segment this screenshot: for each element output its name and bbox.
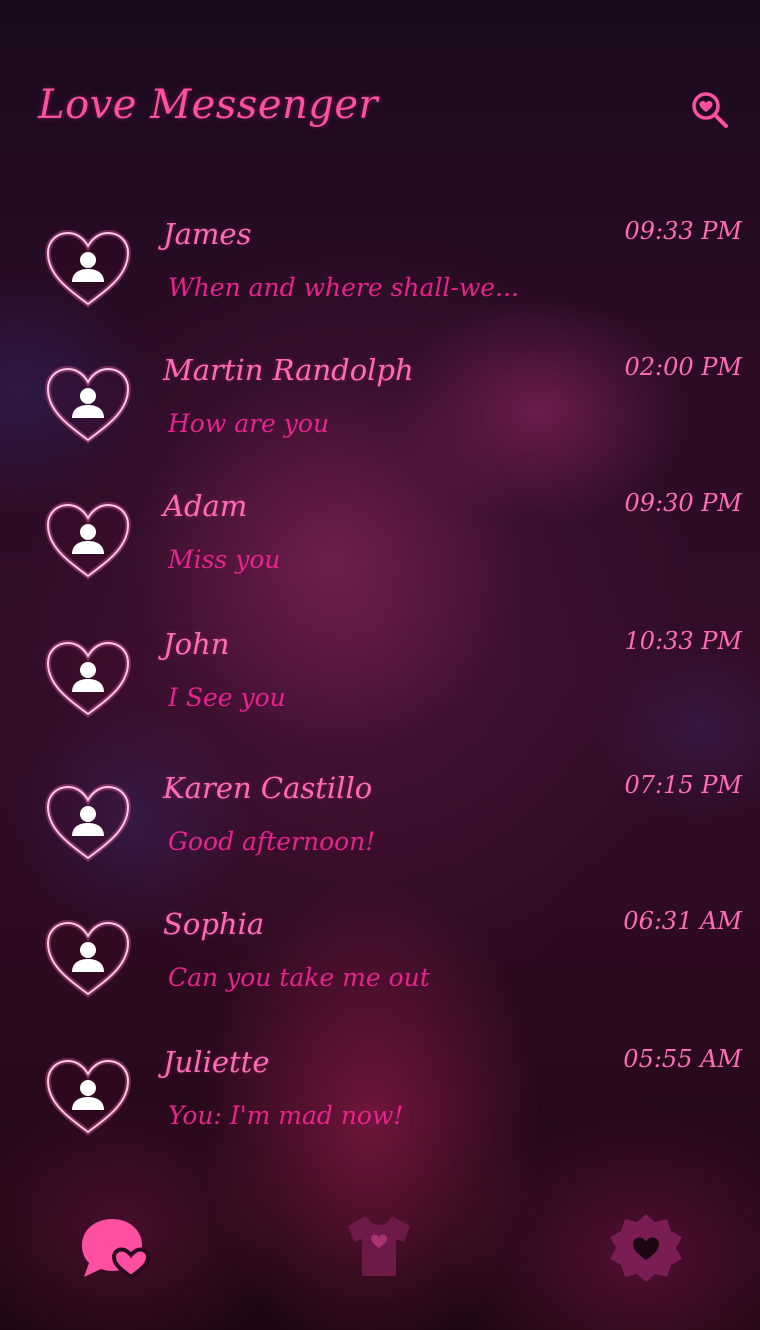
message-preview: When and where shall-we... [168,273,519,302]
message-time: 05:55 AM [623,1045,742,1073]
message-preview: Miss you [168,545,281,574]
contact-name: James [163,217,252,251]
contact-name: Martin Randolph [163,353,414,387]
message-preview: You: I'm mad now! [168,1101,404,1130]
shirt-heart-icon[interactable] [344,1212,414,1280]
message-preview: Can you take me out [168,963,430,992]
conversation-item[interactable]: Martin Randolph How are you 02:00 PM [0,341,760,471]
conversation-item[interactable]: Adam Miss you 09:30 PM [0,477,760,607]
heart-person-icon [42,1056,134,1138]
conversation-item[interactable]: James When and where shall-we... 09:33 P… [0,205,760,335]
search-heart-icon[interactable] [690,90,730,130]
conversation-item[interactable]: Karen Castillo Good afternoon! 07:15 PM [0,759,760,889]
conversation-item[interactable]: Juliette You: I'm mad now! 05:55 AM [0,1033,760,1163]
message-time: 09:30 PM [624,489,742,517]
contact-name: Juliette [163,1045,270,1079]
chat-heart-icon[interactable] [78,1215,152,1281]
contact-name: Karen Castillo [163,771,373,805]
contact-name: Adam [163,489,248,523]
heart-person-icon [42,228,134,310]
bottom-navigation [0,1180,760,1330]
contact-name: John [163,627,230,661]
message-preview: Good afternoon! [168,827,376,856]
message-time: 10:33 PM [624,627,742,655]
message-time: 06:31 AM [623,907,742,935]
message-time: 02:00 PM [624,353,742,381]
app-header: Love Messenger [0,0,760,200]
heart-person-icon [42,364,134,446]
app-title: Love Messenger [38,82,379,128]
message-time: 07:15 PM [624,771,742,799]
contact-name: Sophia [163,907,265,941]
heart-person-icon [42,782,134,864]
conversation-item[interactable]: Sophia Can you take me out 06:31 AM [0,895,760,1025]
message-preview: How are you [168,409,330,438]
gear-heart-icon[interactable] [610,1212,682,1284]
conversation-item[interactable]: John I See you 10:33 PM [0,615,760,745]
heart-person-icon [42,500,134,582]
message-time: 09:33 PM [624,217,742,245]
heart-person-icon [42,638,134,720]
message-preview: I See you [168,683,286,712]
heart-person-icon [42,918,134,1000]
